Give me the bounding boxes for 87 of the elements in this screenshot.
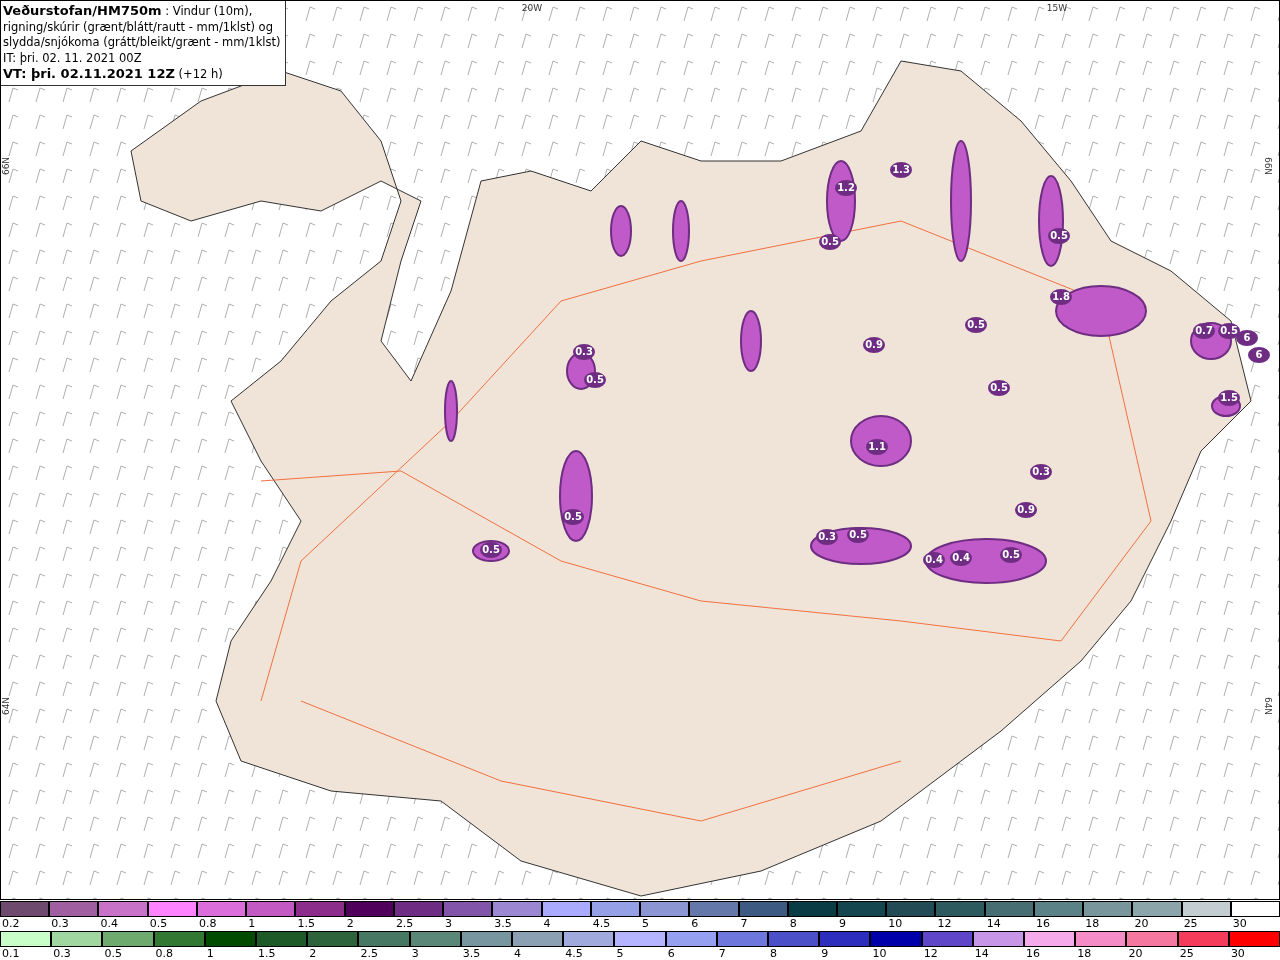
- legend-value: 25: [1182, 917, 1198, 930]
- contour-label: 0.5: [821, 236, 839, 247]
- header-line: IT: þri. 02. 11. 2021 00Z: [3, 50, 143, 66]
- legend-value: 0.8: [197, 917, 217, 930]
- contour-label: 0.9: [865, 339, 883, 350]
- contour-label: 0.5: [849, 529, 867, 540]
- coordinate-label: 66N: [1263, 156, 1273, 176]
- contour-label: 0.5: [990, 382, 1008, 393]
- contour-label: 1.2: [837, 182, 855, 193]
- legend-value: 3.5: [461, 947, 481, 960]
- legend-value: 12: [922, 947, 938, 960]
- legend-value: 7: [739, 917, 748, 930]
- contour-label: 6: [1243, 332, 1251, 343]
- legend-value: 0.3: [52, 947, 71, 960]
- legend-value: 8: [769, 947, 778, 960]
- legend-value: 7: [717, 947, 726, 960]
- legend-value: 6: [690, 917, 699, 930]
- legend-value: 9: [820, 947, 829, 960]
- legend-value: 9: [838, 917, 846, 930]
- legend-value: 6: [666, 947, 675, 960]
- header-line: slydda/snjókoma (grátt/bleikt/grænt - mm/1klst): [3, 35, 281, 51]
- contour-label: 0.3: [1032, 466, 1050, 477]
- contour-label: 0.4: [952, 552, 970, 563]
- legend-value: 25: [1178, 947, 1194, 960]
- legend-value: 2: [308, 947, 317, 960]
- contour-label: 1.3: [892, 164, 910, 175]
- legend-value: 1.5: [257, 947, 276, 960]
- contour-label: 0.5: [586, 374, 604, 385]
- contour-label: 0.9: [1017, 504, 1035, 515]
- legend-value: 20: [1127, 947, 1143, 960]
- contour-label: 1.1: [868, 441, 886, 452]
- legend-value: 0.5: [103, 947, 122, 960]
- legend-value: 0.2: [1, 917, 20, 930]
- legend-value: 0.5: [148, 917, 168, 930]
- legend-value: 4.5: [564, 947, 583, 960]
- contour-label: 0.3: [575, 346, 593, 357]
- legend-value: 2.5: [394, 917, 414, 930]
- contour-label: 0.5: [967, 319, 985, 330]
- legend-value: 2.5: [359, 947, 378, 960]
- contour-label: 6: [1255, 349, 1263, 360]
- legend-value: 16: [1025, 947, 1041, 960]
- contour-label: 1.5: [1220, 392, 1238, 403]
- contour-label: 0.3: [818, 531, 836, 542]
- legend-value: 10: [887, 917, 903, 930]
- legend-value: 10: [871, 947, 887, 960]
- legend-value: 4: [513, 947, 522, 960]
- coordinate-label: 64N: [1, 696, 11, 716]
- legend-value: 14: [973, 947, 989, 960]
- contour-label: 0.5: [1002, 549, 1020, 560]
- legend-value: 12: [936, 917, 952, 930]
- legend-value: 18: [1076, 947, 1092, 960]
- legend-value: 4.5: [591, 917, 611, 930]
- coordinate-label: 15W: [1046, 3, 1068, 13]
- legend-value: 20: [1133, 917, 1149, 930]
- legend-value: 4: [542, 917, 551, 930]
- header-line: rigning/skúrir (grænt/blátt/rautt - mm/1klst) og: [3, 19, 274, 35]
- coordinate-label: 64N: [1263, 696, 1273, 716]
- contour-label: 0.4: [925, 554, 943, 565]
- legend-value: 0.3: [50, 917, 69, 930]
- legend-value: 0.8: [154, 947, 174, 960]
- legend-value: 0.1: [1, 947, 20, 960]
- legend-value: 30: [1229, 947, 1245, 960]
- legend-value: 18: [1084, 917, 1100, 930]
- legend-value: 0.4: [99, 917, 118, 930]
- legend-value: 3: [410, 947, 419, 960]
- legend-value: 1: [247, 917, 256, 930]
- contour-label: 0.7: [1195, 325, 1213, 336]
- legend-value: 14: [985, 917, 1001, 930]
- header-title: Veðurstofan/HM750m : Vindur (10m),: [3, 3, 254, 20]
- legend-value: 5: [641, 917, 650, 930]
- coordinate-label: 66N: [1, 156, 11, 176]
- contour-label: 0.5: [482, 544, 500, 555]
- contour-label: 0.5: [1050, 230, 1068, 241]
- contour-label: 0.5: [1220, 325, 1238, 336]
- legend-value: 3: [444, 917, 453, 930]
- valid-time: VT: þri. 02.11.2021 12Z (+12 h): [3, 66, 224, 83]
- legend-value: 8: [788, 917, 797, 930]
- legend-value: 1: [205, 947, 214, 960]
- legend-value: 30: [1231, 917, 1247, 930]
- legend-value: 16: [1034, 917, 1050, 930]
- legend-value: 2: [345, 917, 354, 930]
- legend-value: 1.5: [296, 917, 315, 930]
- contour-label: 1.8: [1052, 291, 1070, 302]
- contour-label: 0.5: [564, 511, 582, 522]
- coordinate-label: 20W: [521, 3, 543, 13]
- legend-value: 3.5: [493, 917, 512, 930]
- legend-value: 5: [615, 947, 624, 960]
